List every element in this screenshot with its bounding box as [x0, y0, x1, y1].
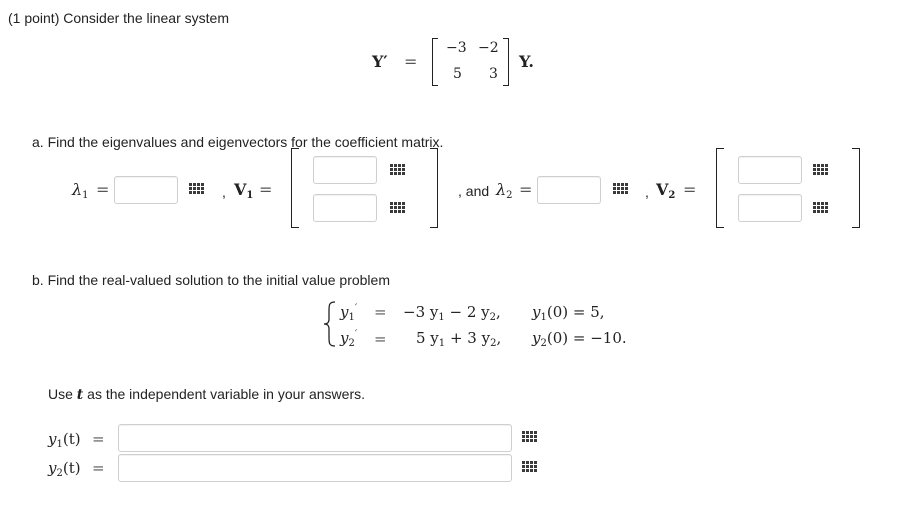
- y2-label: y2(t): [48, 459, 81, 479]
- lambda2-equals: =: [519, 180, 533, 199]
- y2-input[interactable]: [118, 454, 512, 482]
- system-equals: =: [404, 52, 418, 71]
- v2-bottom-input[interactable]: [738, 194, 802, 222]
- matrix-right-bracket: [503, 38, 509, 86]
- lambda2-input[interactable]: [537, 176, 601, 204]
- grid-palette-icon[interactable]: [390, 164, 408, 177]
- system-rhs: Y.: [519, 52, 534, 71]
- comma: ,: [222, 184, 226, 200]
- matrix-left-bracket: [432, 38, 438, 86]
- matrix-a11: −3: [446, 40, 467, 56]
- part-a-prompt: a. Find the eigenvalues and eigenvectors…: [32, 134, 444, 150]
- y1-equals: =: [92, 430, 105, 448]
- v2-left-bracket: [716, 148, 724, 228]
- grid-palette-icon[interactable]: [813, 164, 831, 177]
- lambda1-label: λ1: [72, 180, 89, 201]
- matrix-a21: 5: [453, 66, 462, 82]
- matrix-a22: 3: [489, 66, 498, 82]
- lambda1-equals: =: [96, 180, 110, 199]
- system-brace: [323, 301, 336, 347]
- v1-bottom-input[interactable]: [313, 194, 377, 222]
- y1-label: y1(t): [48, 430, 81, 450]
- system-lhs: Y′: [372, 52, 388, 71]
- grid-palette-icon[interactable]: [813, 202, 831, 215]
- problem-intro: (1 point) Consider the linear system: [8, 10, 229, 26]
- part-b-prompt: b. Find the real-valued solution to the …: [32, 272, 390, 288]
- v1-top-input[interactable]: [313, 156, 377, 184]
- v1-right-bracket: [430, 148, 438, 228]
- y1-input[interactable]: [118, 424, 512, 452]
- comma: ,: [645, 184, 649, 200]
- v2-equals: =: [683, 180, 697, 199]
- grid-palette-icon[interactable]: [189, 183, 207, 196]
- eq2-rhs: 5 y1 + 3 y2,: [416, 329, 502, 349]
- initial-condition-1: y1(0) = 5,: [532, 303, 605, 323]
- eq1-rhs: −3 y1 − 2 y2,: [403, 303, 501, 323]
- grid-palette-icon[interactable]: [390, 202, 408, 215]
- instructions: Use t as the independent variable in you…: [48, 386, 365, 403]
- grid-palette-icon[interactable]: [613, 183, 631, 196]
- matrix-a12: −2: [478, 40, 499, 56]
- grid-palette-icon[interactable]: [522, 461, 540, 474]
- eq2-equals: =: [374, 330, 387, 348]
- eq2-lhs: y2′: [340, 329, 358, 349]
- grid-palette-icon[interactable]: [522, 431, 540, 444]
- v2-label: V2: [656, 180, 676, 201]
- lambda1-input[interactable]: [114, 176, 178, 204]
- v2-right-bracket: [852, 148, 860, 228]
- v1-equals: =: [259, 180, 273, 199]
- v2-top-input[interactable]: [738, 156, 802, 184]
- v1-left-bracket: [291, 148, 299, 228]
- and-text: , and: [458, 183, 490, 199]
- initial-condition-2: y2(0) = −10.: [532, 329, 627, 349]
- lambda2-label: λ2: [496, 180, 513, 201]
- eq1-equals: =: [374, 303, 387, 321]
- v1-label: V1: [234, 180, 254, 201]
- y2-equals: =: [92, 459, 105, 477]
- eq1-lhs: y1′: [340, 303, 358, 323]
